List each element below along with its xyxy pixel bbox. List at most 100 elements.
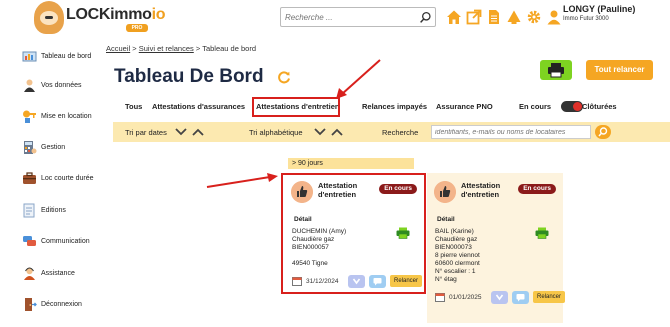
sidebar-item-label: Déconnexion	[41, 300, 82, 308]
filter-bar: Tri par dates Tri alphabétique Recherche	[113, 122, 670, 142]
chevron-down-icon[interactable]	[314, 127, 326, 137]
relancer-all-button[interactable]: Tout relancer	[586, 60, 653, 80]
logout-icon	[25, 297, 37, 311]
filter-search-input[interactable]	[431, 125, 591, 139]
sidebar-item-label: Editions	[41, 206, 66, 214]
key-icon	[23, 110, 36, 123]
address-line: 8 pierre viennot	[435, 252, 480, 259]
thumbs-up-icon	[434, 181, 456, 203]
search-icon	[598, 127, 608, 137]
user-agency: Immo Futur 3000	[563, 16, 609, 22]
sidebar-item-label: Gestion	[41, 143, 66, 151]
user-icon[interactable]	[546, 9, 562, 25]
floor-number: N° étag	[435, 276, 457, 283]
attestation-card[interactable]: Attestation d'entretien En cours Détail B…	[427, 173, 566, 323]
relancer-button[interactable]: Relancer	[533, 291, 566, 303]
sidebar-item-label: Communication	[41, 237, 90, 245]
breadcrumb-current: Tableau de bord	[202, 44, 256, 53]
sidebar-item-mise-en-location[interactable]: Mise en location	[22, 108, 92, 124]
suitcase-icon	[23, 171, 36, 184]
sidebar-item-editions[interactable]: Editions	[22, 202, 66, 218]
app-logo[interactable]: LOCKimmoio PRO	[34, 1, 166, 34]
printer-icon[interactable]	[535, 227, 549, 239]
chat-icon	[23, 235, 36, 246]
top-header: LOCKimmoio PRO LONGY (Pauline) Immo Futu…	[0, 0, 670, 36]
user-info[interactable]: LONGY (Pauline) Immo Futur 3000	[563, 4, 635, 22]
filter-search-label: Recherche	[382, 128, 419, 137]
tab-bar: Tous Attestations d'assurances Attestati…	[108, 99, 670, 115]
tab-assurance-pno[interactable]: Assurance PNO	[436, 102, 493, 111]
mascot-icon	[34, 1, 64, 34]
logo-text: LOCKimmoio	[66, 6, 166, 23]
print-all-button[interactable]	[540, 60, 572, 80]
user-name: LONGY (Pauline)	[563, 4, 636, 14]
sort-alpha-label: Tri alphabétique	[249, 128, 303, 137]
annotation-arrow	[336, 59, 381, 99]
sidebar: Tableau de bord Vos données Mise en loca…	[0, 36, 108, 327]
annotation-arrow	[206, 173, 278, 188]
sidebar-item-label: Mise en location	[41, 112, 92, 120]
person-icon	[24, 79, 35, 92]
sidebar-item-vos-donnees[interactable]: Vos données	[22, 77, 81, 93]
sidebar-item-deconnexion[interactable]: Déconnexion	[22, 296, 82, 312]
chevron-up-icon[interactable]	[192, 127, 204, 137]
sidebar-item-assistance[interactable]: Assistance	[22, 265, 75, 281]
sidebar-item-label: Loc courte durée	[41, 174, 94, 182]
card-footer: 01/01/2025 Relancer	[435, 290, 566, 304]
annotation-highlight-tab	[252, 97, 340, 117]
sidebar-item-tableau-de-bord[interactable]: Tableau de bord	[22, 48, 91, 64]
tab-attestations-assurances[interactable]: Attestations d'assurances	[152, 102, 245, 111]
calculator-icon	[24, 140, 37, 154]
doc-edit-icon	[23, 203, 35, 217]
toggle-label-cloturees: Clôturées	[582, 102, 617, 111]
external-link-icon[interactable]	[466, 9, 482, 25]
download-icon	[495, 294, 504, 300]
breadcrumb-separator: >	[193, 44, 203, 53]
sidebar-item-communication[interactable]: Communication	[22, 233, 90, 249]
age-group-label: > 90 jours	[288, 158, 414, 169]
download-button[interactable]	[491, 290, 508, 304]
staircase-number: N° escalier : 1	[435, 268, 476, 275]
chevron-down-icon[interactable]	[175, 127, 187, 137]
global-search-input[interactable]	[285, 10, 415, 25]
tab-relances-impayes[interactable]: Relances impayés	[362, 102, 427, 111]
message-button[interactable]	[512, 290, 529, 304]
breadcrumb-suivi-relances[interactable]: Suivi et relances	[139, 44, 194, 53]
header-icons	[446, 9, 562, 25]
detail-label: Détail	[437, 216, 455, 223]
annotation-highlight-card	[281, 173, 426, 294]
message-icon	[516, 293, 525, 301]
logo-pro-badge: PRO	[126, 24, 148, 32]
home-icon[interactable]	[446, 9, 462, 25]
gear-icon[interactable]	[526, 9, 542, 25]
calendar-icon	[435, 293, 445, 302]
sidebar-item-loc-courte-duree[interactable]: Loc courte durée	[22, 170, 94, 186]
sidebar-item-gestion[interactable]: Gestion	[22, 139, 65, 155]
alert-icon[interactable]	[506, 9, 522, 25]
status-toggle[interactable]	[561, 101, 583, 112]
address-city: 60600 clermont	[435, 260, 480, 267]
breadcrumb-accueil[interactable]: Accueil	[106, 44, 130, 53]
refresh-icon[interactable]	[277, 70, 291, 84]
search-icon[interactable]	[419, 11, 432, 24]
sidebar-item-label: Tableau de bord	[41, 52, 92, 60]
page-title: Tableau De Bord	[114, 66, 264, 87]
due-date: 01/01/2025	[449, 293, 482, 301]
support-icon	[24, 267, 35, 280]
breadcrumb-separator: >	[130, 44, 139, 53]
tenant-name: BAIL (Karine)	[435, 228, 474, 235]
equipment: Chaudière gaz	[435, 236, 478, 243]
printer-icon	[548, 63, 564, 78]
tab-tous[interactable]: Tous	[125, 102, 142, 111]
breadcrumb: Accueil > Suivi et relances > Tableau de…	[106, 44, 256, 53]
filter-search-button[interactable]	[595, 125, 611, 139]
status-badge: En cours	[518, 184, 556, 194]
property-id: BIEN000073	[435, 244, 472, 251]
card-details: BAIL (Karine) Chaudière gaz BIEN000073 8…	[435, 228, 480, 284]
dashboard-icon	[22, 51, 37, 61]
global-search	[280, 7, 436, 27]
chevron-up-icon[interactable]	[331, 127, 343, 137]
document-icon[interactable]	[486, 9, 502, 25]
card-type: Attestation d'entretien	[461, 181, 501, 199]
sidebar-item-label: Vos données	[41, 81, 82, 89]
